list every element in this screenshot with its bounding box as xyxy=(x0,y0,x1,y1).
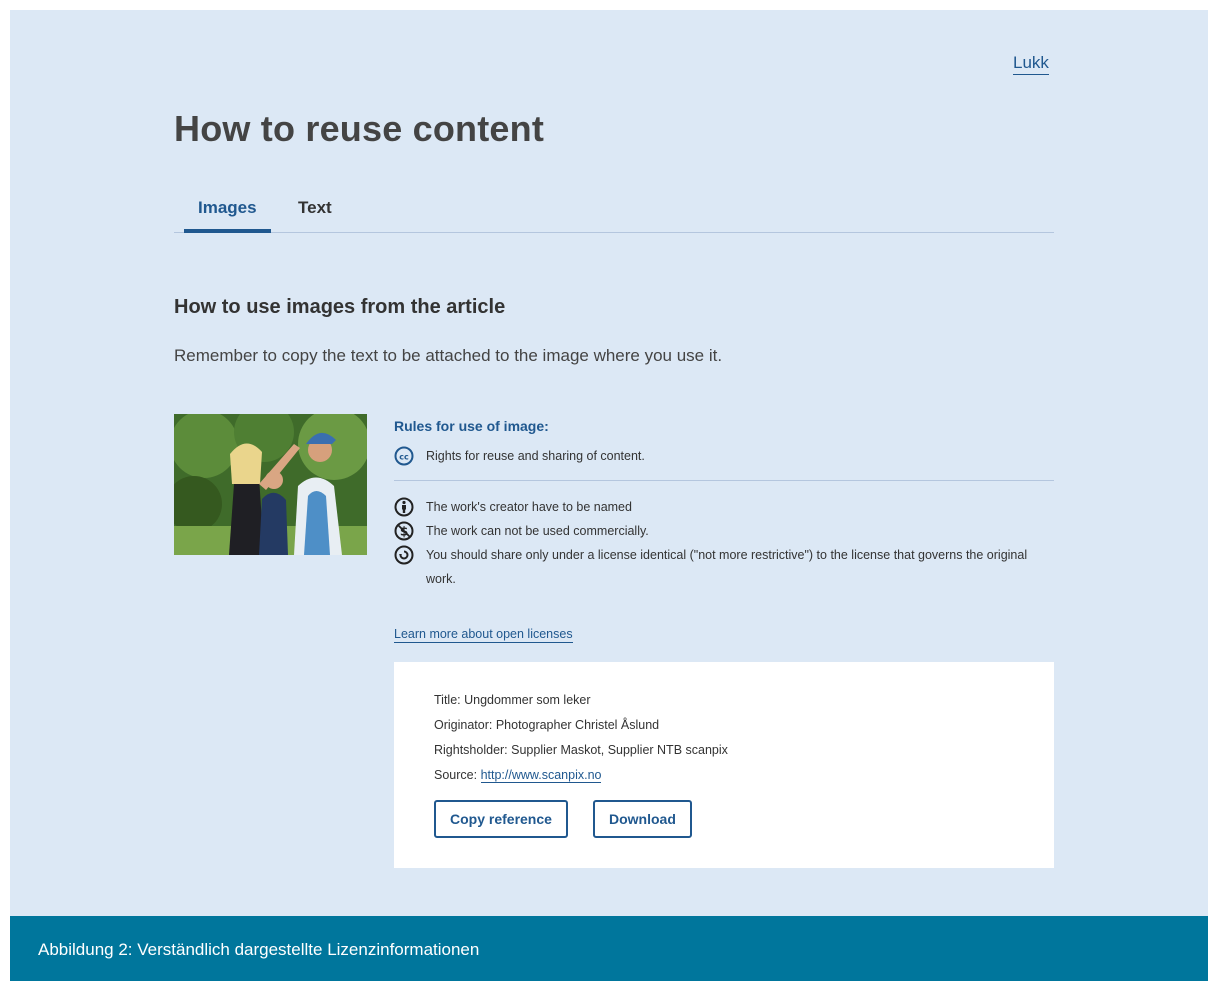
attribution-icon xyxy=(394,497,414,517)
article-image xyxy=(174,414,367,555)
reference-rightsholder: Rightsholder: Supplier Maskot, Supplier … xyxy=(434,743,728,757)
rule-item: You should share only under a license id… xyxy=(394,543,1054,591)
rule-text: The work's creator have to be named xyxy=(426,500,632,514)
figure-caption: Abbildung 2: Verständlich dargestellte L… xyxy=(38,940,480,959)
section-heading: How to use images from the article xyxy=(174,296,506,318)
rules-title: Rules for use of image: xyxy=(394,418,549,434)
instruction-text: Remember to copy the text to be attached… xyxy=(174,346,723,365)
reference-source: Source: http://www.scanpix.no xyxy=(434,763,728,788)
license-text: Rights for reuse and sharing of content. xyxy=(426,449,645,463)
reference-originator: Originator: Photographer Christel Åslund xyxy=(434,718,660,732)
download-button[interactable]: Download xyxy=(593,800,692,838)
svg-text:cc: cc xyxy=(399,453,409,462)
tab-images[interactable]: Images xyxy=(184,196,271,233)
learn-more-link[interactable]: Learn more about open licenses xyxy=(394,626,573,643)
copy-reference-button[interactable]: Copy reference xyxy=(434,800,568,838)
tab-text[interactable]: Text xyxy=(284,196,346,232)
reference-title: Title: Ungdommer som leker xyxy=(434,693,591,707)
noncommercial-icon: $ xyxy=(394,521,414,541)
rule-text: You should share only under a license id… xyxy=(426,548,1028,586)
sharealike-icon xyxy=(394,545,414,565)
rule-item: $ The work can not be used commercially. xyxy=(394,519,1054,543)
source-link[interactable]: http://www.scanpix.no xyxy=(480,768,602,783)
license-row: cc Rights for reuse and sharing of conte… xyxy=(394,444,1054,468)
source-label: Source: xyxy=(434,768,478,782)
page-title: How to reuse content xyxy=(174,108,545,149)
figure-caption-bar: Abbildung 2: Verständlich dargestellte L… xyxy=(10,916,1208,981)
license-rules: Rules for use of image: cc Rights for re… xyxy=(394,418,1054,591)
rules-divider xyxy=(394,480,1054,481)
tab-bar: Images Text xyxy=(174,196,1054,233)
close-link[interactable]: Lukk xyxy=(1013,52,1049,75)
reference-box: Title: Ungdommer som leker Originator: P… xyxy=(394,662,1054,868)
rule-text: The work can not be used commercially. xyxy=(426,524,649,538)
cc-icon: cc xyxy=(394,446,414,466)
rule-item: The work's creator have to be named xyxy=(394,495,1054,519)
reference-lines: Title: Ungdommer som leker Originator: P… xyxy=(434,688,728,788)
